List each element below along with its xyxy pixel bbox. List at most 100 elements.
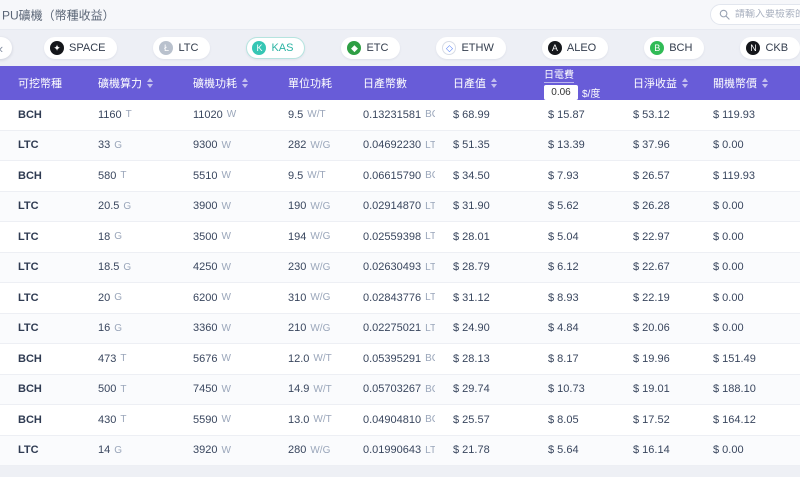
topbar: PU礦機（幣種收益） xyxy=(0,0,800,30)
sort-icon[interactable] xyxy=(242,78,248,88)
cell-daily-electricity: $ 5.04 xyxy=(530,231,615,243)
mining-income-page: PU礦機（幣種收益） ‹ ✦SPACE ŁLTC KKAS ◆ ETC ◇ ETHW AALE… xyxy=(0,0,800,477)
cell-hashrate: 473T xyxy=(80,353,175,365)
cell-shutdown-price: $ 0.00 xyxy=(695,322,800,334)
cell-daily-coins: 0.02843776LTCÐ xyxy=(345,291,435,304)
cell-shutdown-price: $ 0.00 xyxy=(695,200,800,212)
cell-daily-value: $ 21.78 xyxy=(435,444,530,456)
sort-icon[interactable] xyxy=(147,78,153,88)
cell-shutdown-price: $ 0.00 xyxy=(695,444,800,456)
tab-space[interactable]: ✦SPACE xyxy=(44,37,117,59)
cell-power: 3900W xyxy=(175,200,270,212)
cell-daily-net-profit: $ 26.28 xyxy=(615,200,695,212)
search-icon xyxy=(719,9,730,20)
cell-daily-value: $ 24.90 xyxy=(435,322,530,334)
table-row: LTC 33G 9300W 282W/G 0.04692230LTCÐ $ 51… xyxy=(0,131,800,162)
col-daily-value[interactable]: 日產值 xyxy=(435,75,530,91)
cell-daily-net-profit: $ 26.57 xyxy=(615,170,695,182)
cell-power: 11020W xyxy=(175,109,270,121)
electricity-price-unit: $/度 xyxy=(582,85,600,100)
cell-unit-power: 230W/G xyxy=(270,261,345,273)
cell-power: 4250W xyxy=(175,261,270,273)
col-daily-electricity: 日電費 $/度 xyxy=(530,66,615,100)
cell-unit-power: 280W/G xyxy=(270,444,345,456)
tab-etc[interactable]: ◆ ETC xyxy=(341,37,400,59)
cell-power: 6200W xyxy=(175,292,270,304)
search-input[interactable] xyxy=(735,9,800,20)
tab-ckb[interactable]: N CKB xyxy=(740,37,800,59)
cell-daily-coins: 0.04904810BCH xyxy=(345,414,435,426)
cell-shutdown-price: $ 0.00 xyxy=(695,139,800,151)
table-row: BCH 580T 5510W 9.5W/T 0.06615790BCH $ 34… xyxy=(0,161,800,192)
cell-daily-net-profit: $ 17.52 xyxy=(615,414,695,426)
search-box[interactable] xyxy=(710,4,800,25)
cell-daily-value: $ 31.12 xyxy=(435,292,530,304)
table-row: BCH 1160T 11020W 9.5W/T 0.13231581BCH $ … xyxy=(0,100,800,131)
ethw-coin-icon: ◇ xyxy=(442,41,456,55)
cell-daily-coins: 0.06615790BCH xyxy=(345,170,435,182)
cell-power: 9300W xyxy=(175,139,270,151)
cell-daily-net-profit: $ 53.12 xyxy=(615,109,695,121)
cell-coin: LTC xyxy=(0,139,80,151)
cell-daily-value: $ 28.13 xyxy=(435,353,530,365)
tab-aleo[interactable]: AALEO xyxy=(542,37,608,59)
col-hashrate[interactable]: 礦機算力 xyxy=(80,75,175,91)
tab-kas[interactable]: KKAS xyxy=(246,37,305,59)
cell-unit-power: 210W/G xyxy=(270,322,345,334)
col-power[interactable]: 礦機功耗 xyxy=(175,75,270,91)
aleo-coin-icon: A xyxy=(548,41,562,55)
table-row: LTC 18G 3500W 194W/G 0.02559398LTCÐ $ 28… xyxy=(0,222,800,253)
cell-daily-net-profit: $ 22.19 xyxy=(615,292,695,304)
tab-label: BCH xyxy=(669,42,692,54)
cell-daily-value: $ 68.99 xyxy=(435,109,530,121)
col-coin: 可挖幣種 xyxy=(0,75,80,91)
tab-ethw[interactable]: ◇ ETHW xyxy=(436,37,505,59)
cell-unit-power: 9.5W/T xyxy=(270,170,345,182)
cell-daily-value: $ 28.01 xyxy=(435,231,530,243)
col-unit-power: 單位功耗 xyxy=(270,75,345,91)
cell-daily-electricity: $ 15.87 xyxy=(530,109,615,121)
tab-bch[interactable]: B BCH xyxy=(644,37,704,59)
tabs-container: ✦SPACEŁLTCKKAS◆ETC◇ETHWAALEOBBCHNCKBKKDA… xyxy=(44,37,800,59)
table-row: LTC 20.5G 3900W 190W/G 0.02914870LTCÐ $ … xyxy=(0,192,800,223)
tab-label: ETHW xyxy=(461,42,493,54)
bch-coin-icon: B xyxy=(650,41,664,55)
col-daily-net-profit[interactable]: 日淨收益 xyxy=(615,75,695,91)
sort-icon[interactable] xyxy=(682,78,688,88)
cell-shutdown-price: $ 119.93 xyxy=(695,170,800,182)
cell-hashrate: 18G xyxy=(80,231,175,243)
cell-coin: BCH xyxy=(0,414,80,426)
cell-unit-power: 310W/G xyxy=(270,292,345,304)
cell-unit-power: 9.5W/T xyxy=(270,109,345,121)
scroll-left-button[interactable]: ‹ xyxy=(0,37,12,59)
cell-daily-electricity: $ 10.73 xyxy=(530,383,615,395)
cell-daily-value: $ 25.57 xyxy=(435,414,530,426)
cell-shutdown-price: $ 164.12 xyxy=(695,414,800,426)
col-shutdown-price[interactable]: 關機幣價 xyxy=(695,75,800,91)
cell-daily-net-profit: $ 19.96 xyxy=(615,353,695,365)
cell-hashrate: 20G xyxy=(80,292,175,304)
table-row: BCH 473T 5676W 12.0W/T 0.05395291BCH $ 2… xyxy=(0,344,800,375)
cell-coin: BCH xyxy=(0,383,80,395)
tab-ltc[interactable]: ŁLTC xyxy=(153,37,210,59)
cell-power: 5676W xyxy=(175,353,270,365)
electricity-price-input[interactable] xyxy=(544,85,578,100)
cell-daily-coins: 0.02559398LTCÐ xyxy=(345,230,435,243)
cell-coin: LTC xyxy=(0,231,80,243)
table-header: 可挖幣種 礦機算力 礦機功耗 單位功耗 日產幣數 日產值 日電費 xyxy=(0,66,800,100)
cell-daily-coins: 0.02630493LTCÐ xyxy=(345,261,435,274)
cell-unit-power: 14.9W/T xyxy=(270,383,345,395)
sort-icon[interactable] xyxy=(491,78,497,88)
tab-label: ETC xyxy=(366,42,388,54)
sort-icon[interactable] xyxy=(762,78,768,88)
cell-daily-coins: 0.02275021LTCÐ xyxy=(345,322,435,335)
cell-daily-net-profit: $ 16.14 xyxy=(615,444,695,456)
cell-daily-coins: 0.01990643LTCÐ xyxy=(345,444,435,457)
cell-daily-value: $ 51.35 xyxy=(435,139,530,151)
ckb-coin-icon: N xyxy=(746,41,760,55)
cell-power: 5590W xyxy=(175,414,270,426)
etc-coin-icon: ◆ xyxy=(347,41,361,55)
cell-power: 7450W xyxy=(175,383,270,395)
tab-label: CKB xyxy=(765,42,788,54)
cell-daily-coins: 0.13231581BCH xyxy=(345,109,435,121)
